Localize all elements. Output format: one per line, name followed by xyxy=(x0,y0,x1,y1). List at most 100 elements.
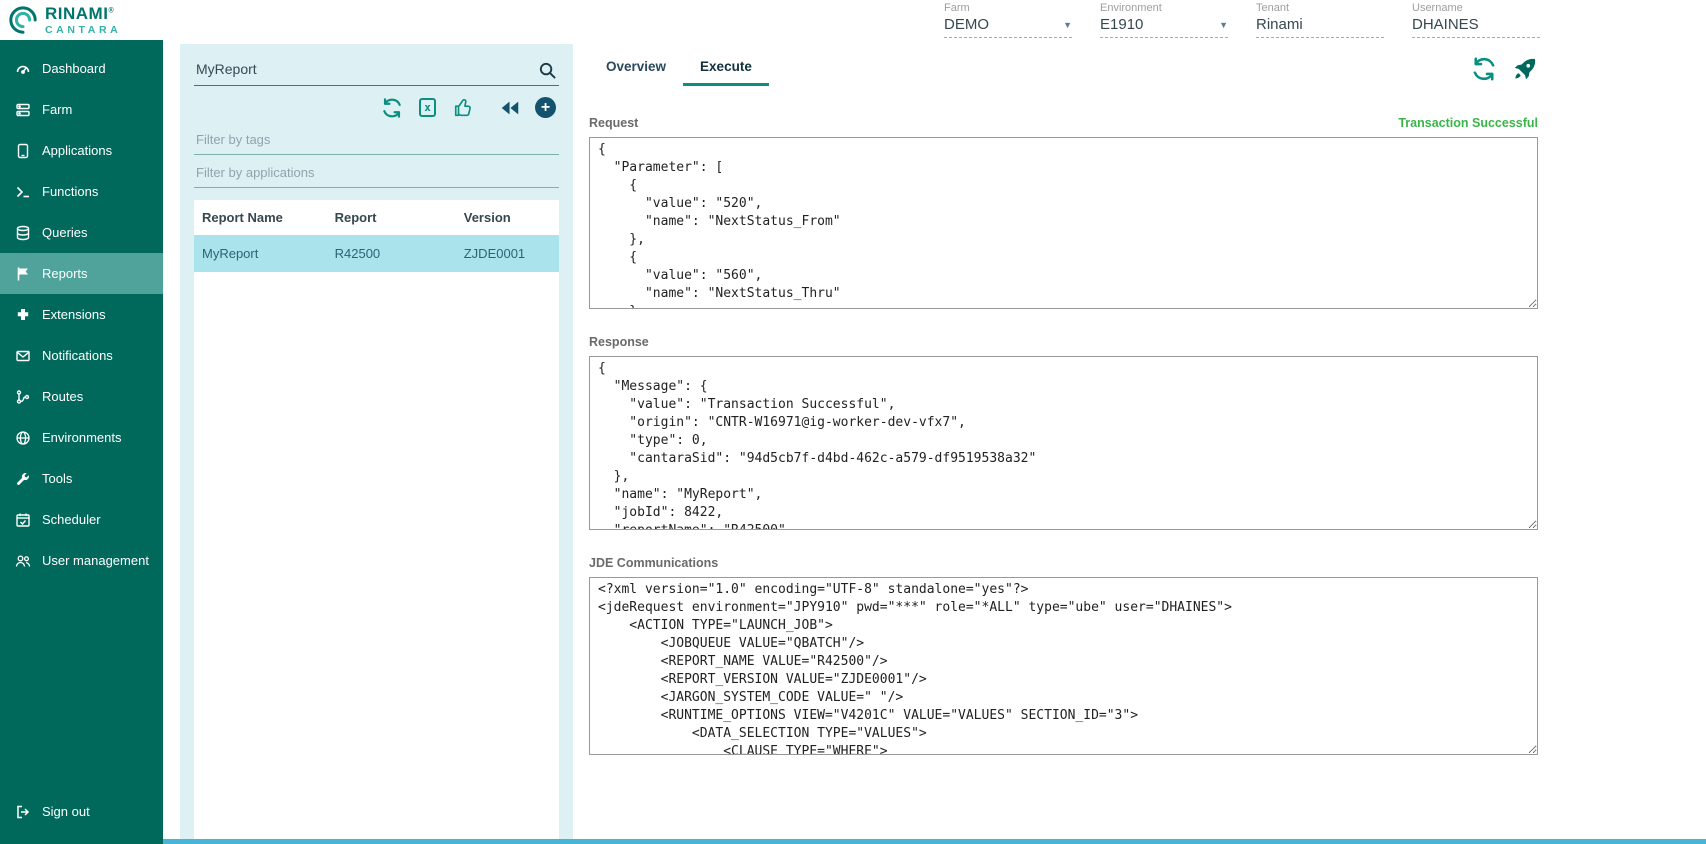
extension-icon xyxy=(15,307,31,323)
sidebar-item-queries[interactable]: Queries xyxy=(0,212,163,253)
top-bar: RINAMI® CANTARA Farm DEMO ▼ Environment … xyxy=(0,0,1706,40)
sidebar-item-label: Applications xyxy=(42,143,112,158)
detail-actions xyxy=(1471,56,1538,82)
username-value: DHAINES xyxy=(1412,16,1479,33)
app-root: RINAMI® CANTARA Farm DEMO ▼ Environment … xyxy=(0,0,1706,844)
tenant-field[interactable]: Tenant Rinami xyxy=(1256,2,1384,38)
sidebar-item-label: Dashboard xyxy=(42,61,106,76)
sidebar-item-label: Notifications xyxy=(42,348,113,363)
sidebar-item-functions[interactable]: Functions xyxy=(0,171,163,212)
logo-subtitle: CANTARA xyxy=(45,25,121,36)
sidebar-nav: Dashboard Farm Applications Functions Qu… xyxy=(0,40,163,844)
response-label: Response xyxy=(589,335,649,349)
search-icon[interactable] xyxy=(538,61,557,80)
reports-table-header: Report Name Report Version xyxy=(194,200,559,235)
registered-mark: ® xyxy=(108,7,113,14)
sidebar-item-tools[interactable]: Tools xyxy=(0,458,163,499)
detail-tabs: Overview Execute xyxy=(589,46,1538,86)
globe-icon xyxy=(15,430,31,446)
col-report-name: Report Name xyxy=(202,210,335,225)
database-icon xyxy=(15,225,31,241)
sidebar-item-notifications[interactable]: Notifications xyxy=(0,335,163,376)
environment-value: E1910 xyxy=(1100,16,1143,33)
sidebar-item-label: Extensions xyxy=(42,307,106,322)
sidebar-item-label: Farm xyxy=(42,102,72,117)
col-version: Version xyxy=(464,210,551,225)
bottom-accent-bar xyxy=(163,839,1706,844)
chevron-down-icon: ▼ xyxy=(1219,20,1228,30)
farm-value: DEMO xyxy=(944,16,989,33)
sign-out-icon xyxy=(15,804,31,820)
add-report-icon[interactable]: + xyxy=(534,96,557,119)
response-json-box[interactable]: { "Message": { "value": "Transaction Suc… xyxy=(589,356,1538,530)
tenant-label: Tenant xyxy=(1256,2,1384,15)
calendar-icon xyxy=(15,512,31,528)
filter-by-applications-input[interactable] xyxy=(194,157,559,188)
sidebar-item-reports[interactable]: Reports xyxy=(0,253,163,294)
sidebar-item-label: Routes xyxy=(42,389,83,404)
sign-out-button[interactable]: Sign out xyxy=(0,791,163,832)
brand-logo: RINAMI® CANTARA xyxy=(8,5,168,36)
logo-title: RINAMI xyxy=(45,4,108,23)
farm-servers-icon xyxy=(15,102,31,118)
filter-by-tags-input[interactable] xyxy=(194,124,559,155)
cell-report: R42500 xyxy=(335,246,464,261)
jde-communications-box[interactable]: <?xml version="1.0" encoding="UTF-8" sta… xyxy=(589,577,1538,755)
pick-report-icon[interactable] xyxy=(452,96,475,119)
sidebar-item-label: Environments xyxy=(42,430,121,445)
logo-swirl-icon xyxy=(8,5,38,35)
sidebar-item-applications[interactable]: Applications xyxy=(0,130,163,171)
refresh-icon[interactable] xyxy=(1471,56,1497,82)
excel-letter: x xyxy=(419,98,436,117)
request-section-head: Request Transaction Successful xyxy=(589,116,1538,130)
refresh-list-icon[interactable] xyxy=(380,96,403,119)
chevron-down-icon: ▼ xyxy=(1063,20,1072,30)
tab-execute[interactable]: Execute xyxy=(683,46,769,86)
farm-select[interactable]: Farm DEMO ▼ xyxy=(944,2,1072,38)
report-detail-panel: Overview Execute Request Transaction Suc… xyxy=(573,40,1706,839)
sidebar-item-environments[interactable]: Environments xyxy=(0,417,163,458)
sidebar-item-routes[interactable]: Routes xyxy=(0,376,163,417)
sidebar-item-label: Reports xyxy=(42,266,88,281)
flag-icon xyxy=(15,266,31,282)
envelope-icon xyxy=(15,348,31,364)
table-row[interactable]: MyReport R42500 ZJDE0001 xyxy=(194,235,559,272)
cell-report-name: MyReport xyxy=(202,246,335,261)
rewind-icon[interactable] xyxy=(498,96,521,119)
username-label: Username xyxy=(1412,2,1540,15)
request-label: Request xyxy=(589,116,638,130)
export-excel-icon[interactable]: x xyxy=(416,96,439,119)
request-json-box[interactable]: { "Parameter": [ { "value": "520", "name… xyxy=(589,137,1538,309)
environment-select[interactable]: Environment E1910 ▼ xyxy=(1100,2,1228,38)
terminal-icon xyxy=(15,184,31,200)
dashboard-icon xyxy=(15,61,31,77)
sidebar-item-label: Functions xyxy=(42,184,98,199)
environment-label: Environment xyxy=(1100,2,1228,15)
sidebar-item-label: Queries xyxy=(42,225,88,240)
reports-list-panel: x + xyxy=(180,44,573,839)
jde-section-head: JDE Communications xyxy=(589,556,1538,570)
tab-overview[interactable]: Overview xyxy=(589,46,683,86)
applications-icon xyxy=(15,143,31,159)
sidebar-item-label: User management xyxy=(42,553,149,568)
reports-table: Report Name Report Version MyReport R425… xyxy=(194,200,559,839)
sidebar-item-extensions[interactable]: Extensions xyxy=(0,294,163,335)
sidebar-item-user-management[interactable]: User management xyxy=(0,540,163,581)
cell-version: ZJDE0001 xyxy=(464,246,551,261)
users-icon xyxy=(15,553,31,569)
sign-out-label: Sign out xyxy=(42,804,90,819)
execute-rocket-icon[interactable] xyxy=(1512,56,1538,82)
report-search xyxy=(194,52,559,86)
plus-glyph: + xyxy=(535,97,556,118)
sidebar-item-dashboard[interactable]: Dashboard xyxy=(0,48,163,89)
sidebar-item-scheduler[interactable]: Scheduler xyxy=(0,499,163,540)
report-search-input[interactable] xyxy=(194,52,559,86)
col-report: Report xyxy=(335,210,464,225)
sidebar-item-label: Tools xyxy=(42,471,72,486)
username-field[interactable]: Username DHAINES xyxy=(1412,2,1540,38)
response-section-head: Response xyxy=(589,335,1538,349)
sidebar-item-farm[interactable]: Farm xyxy=(0,89,163,130)
logo-text: RINAMI® CANTARA xyxy=(45,5,121,36)
wrench-icon xyxy=(15,471,31,487)
branch-icon xyxy=(15,389,31,405)
